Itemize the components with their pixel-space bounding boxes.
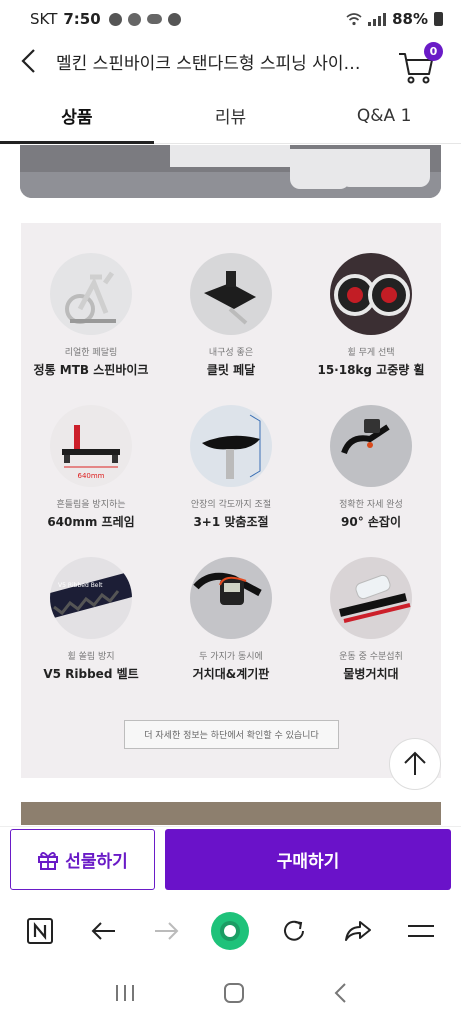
naver-green-dot-button[interactable]: [208, 909, 252, 953]
share-icon: [344, 921, 371, 941]
cloud-icon: [146, 14, 162, 24]
feature-item: 정확한 자세 완성 90° 손잡이: [301, 405, 441, 533]
signal-icon: [368, 12, 387, 26]
app-header: 멜킨 스핀바이크 스탠다드형 스피닝 사이… 0: [0, 38, 461, 84]
svg-text:V5 Ribbed Belt: V5 Ribbed Belt: [58, 582, 103, 589]
detail-note: 더 자세한 정보는 하단에서 확인할 수 있습니다: [124, 720, 339, 749]
battery-icon: [434, 12, 443, 26]
feature-item: 640mm 흔들림을 방지하는 640mm 프레임: [21, 405, 161, 533]
reload-button[interactable]: [272, 909, 316, 953]
chevron-left-icon: [21, 49, 35, 73]
notification-icons: [108, 12, 181, 26]
status-bar: SKT 7:50 88%: [0, 0, 461, 38]
feature-item: 휠 무게 선택 15·18kg 고중량 휠: [301, 253, 441, 381]
pedal-image: [190, 253, 272, 335]
saddle-image: [190, 405, 272, 487]
system-back-button[interactable]: [333, 982, 347, 1008]
svg-text:640mm: 640mm: [78, 472, 105, 480]
back-button[interactable]: [0, 38, 56, 84]
tab-product[interactable]: 상품: [0, 88, 154, 144]
arrow-right-icon: [154, 922, 179, 940]
buy-button[interactable]: 구매하기: [165, 829, 451, 890]
feature-item: V5 Ribbed Belt 휠 쏠림 방지 V5 Ribbed 벨트: [21, 557, 161, 685]
product-tabs: 상품 리뷰 Q&A 1: [0, 88, 461, 144]
green-dot-icon: [211, 912, 250, 950]
hamburger-menu-icon: [408, 925, 435, 937]
home-icon: [224, 982, 245, 1003]
alarm-icon: [127, 12, 141, 26]
feature-item: 안장의 각도까지 조절 3+1 맞춤조절: [161, 405, 301, 533]
arrow-up-icon: [404, 751, 426, 775]
handlebar-image: [330, 405, 412, 487]
wifi-icon: [346, 12, 362, 25]
feature-item: 내구성 좋은 클릿 페달: [161, 253, 301, 381]
flywheel-image: [330, 253, 412, 335]
cart-button[interactable]: 0: [397, 42, 443, 84]
system-back-icon: [334, 982, 346, 1003]
browser-toolbar: [0, 897, 461, 965]
feature-item: 리얼한 페달링 정통 MTB 스핀바이크: [21, 253, 161, 381]
page-title: 멜킨 스핀바이크 스탠다드형 스피닝 사이…: [56, 53, 361, 74]
next-section-image: [21, 802, 441, 825]
feature-item: 두 가지가 동시에 거치대&계기판: [161, 557, 301, 685]
feature-item: 운동 중 수분섭취 물병거치대: [301, 557, 441, 685]
feature-grid: 리얼한 페달링 정통 MTB 스핀바이크 내구성 좋은 클릿 페달 휠 무게 선…: [21, 253, 441, 685]
naver-home-button[interactable]: [18, 909, 62, 953]
gift-button-label: 선물하기: [65, 852, 128, 872]
carrier-label: SKT: [30, 10, 58, 28]
belt-image: V5 Ribbed Belt: [50, 557, 132, 639]
menu-button[interactable]: [399, 909, 443, 953]
home-button[interactable]: [223, 982, 245, 1008]
tab-qna[interactable]: Q&A 1: [307, 88, 461, 143]
gift-button[interactable]: 선물하기: [10, 829, 155, 890]
recent-apps-button[interactable]: [114, 983, 136, 1007]
reload-icon: [284, 920, 305, 941]
frame-image: 640mm: [50, 405, 132, 487]
recent-apps-icon: [115, 984, 134, 1001]
tab-reviews[interactable]: 리뷰: [154, 88, 308, 143]
arrow-left-icon: [91, 922, 116, 940]
scroll-to-top-button[interactable]: [389, 738, 441, 790]
share-button[interactable]: [336, 909, 380, 953]
spin-bike-image: [50, 253, 132, 335]
system-navigation-bar: [0, 965, 461, 1024]
product-detail-content[interactable]: 리얼한 페달링 정통 MTB 스핀바이크 내구성 좋은 클릿 페달 휠 무게 선…: [0, 145, 461, 825]
feature-panel: 리얼한 페달링 정통 MTB 스핀바이크 내구성 좋은 클릿 페달 휠 무게 선…: [21, 223, 441, 778]
battery-percent: 88%: [392, 10, 428, 28]
browser-forward-button[interactable]: [145, 909, 189, 953]
gift-icon: [38, 851, 59, 870]
ball-icon: [167, 12, 181, 26]
naver-n-icon: [26, 918, 53, 944]
cart-badge: 0: [424, 42, 443, 61]
product-photo-bottom: [20, 145, 441, 198]
status-time: 7:50: [63, 10, 101, 28]
bottle-holder-image: [330, 557, 412, 639]
purchase-bar: 선물하기 구매하기: [0, 826, 461, 894]
browser-back-button[interactable]: [81, 909, 125, 953]
app-notification-icon: [108, 12, 122, 26]
console-image: [190, 557, 272, 639]
